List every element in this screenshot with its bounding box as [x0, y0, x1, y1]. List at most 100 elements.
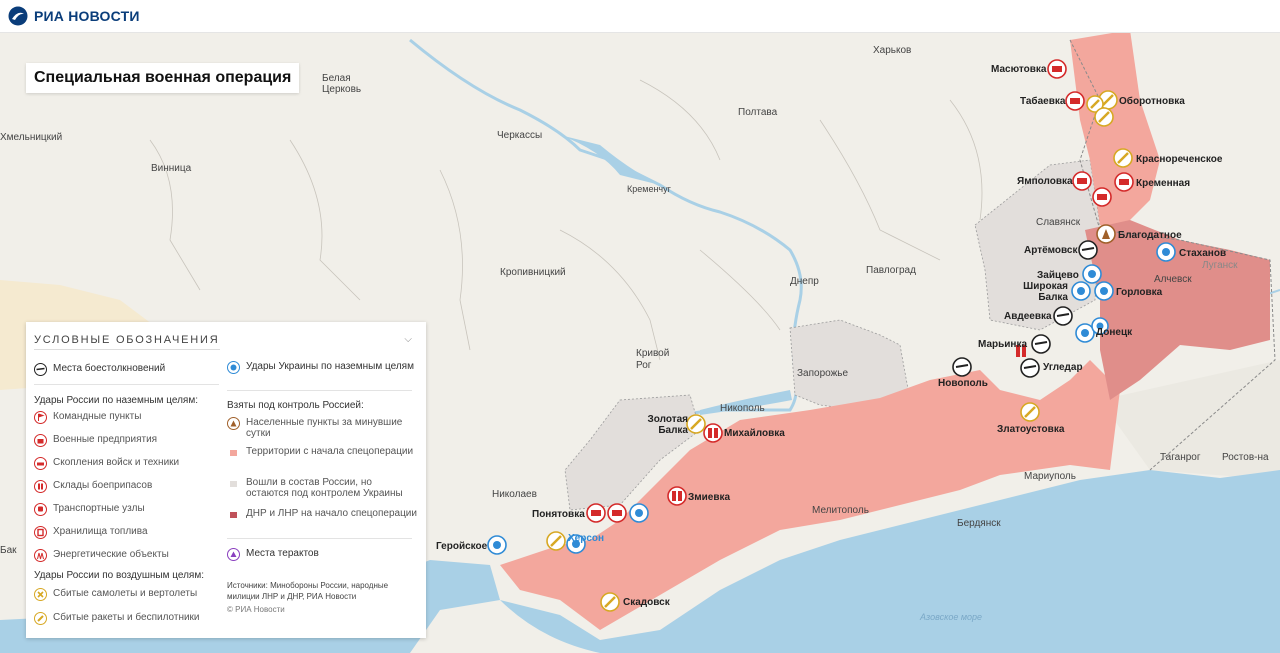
city-label: Запорожье	[797, 368, 849, 379]
legend-ground-heading: Удары России по наземным целям:	[34, 395, 198, 406]
legend-heading: УСЛОВНЫЕ ОБОЗНАЧЕНИЯ	[34, 334, 220, 350]
tank-icon	[34, 457, 47, 470]
marker-clash-marinka	[1031, 334, 1051, 354]
place-label: Кременная	[1136, 178, 1191, 189]
place-label: Зайцево	[1037, 270, 1079, 281]
factory-icon	[34, 434, 47, 447]
marker-ukr-strike-shirokaya	[1071, 281, 1091, 301]
legend-taken-today: Населенные пункты за минувшие сутки	[227, 417, 417, 439]
brand-logo[interactable]: РИА НОВОСТИ	[8, 6, 140, 26]
city-label: Мелитополь	[812, 505, 869, 516]
city-label: Кривой Рог	[636, 348, 670, 371]
marker-air-skadovsk	[600, 592, 620, 612]
marker-ukr-strike-stakhanov	[1156, 242, 1176, 262]
marker-ukr-strike-zaytsevo	[1082, 264, 1102, 284]
swatch-taken	[230, 450, 237, 456]
marker-ammo-zmievka	[667, 486, 687, 506]
marker-taken-blagodatnoe	[1096, 224, 1116, 244]
place-label: Масютовка	[991, 64, 1047, 75]
city-label: Хмельницкий	[0, 132, 63, 143]
ammo-icon	[34, 480, 47, 493]
legend-air-heading: Удары России по воздушным целям:	[34, 570, 204, 581]
explosion-icon	[227, 548, 240, 561]
legend-copyright: © РИА Новости	[227, 605, 285, 614]
city-label: Бак	[0, 545, 17, 556]
city-label: Кременчуг	[627, 184, 671, 194]
city-label: Луганск	[1202, 260, 1238, 271]
legend-dnr-lnr: ДНР и ЛНР на начало спецоперации	[227, 508, 417, 521]
marker-clash-artemovsk	[1078, 240, 1098, 260]
top-bar: РИА НОВОСТИ	[0, 0, 1280, 33]
crossed-planes-icon	[34, 588, 47, 601]
place-label: Табаевка	[1020, 96, 1066, 107]
legend-transport: Транспортные узлы	[34, 503, 145, 516]
place-label: Скадовск	[623, 597, 670, 608]
legend-factory: Военные предприятия	[34, 434, 157, 447]
legend-separator	[227, 538, 412, 539]
legend-troops: Скопления войск и техники	[34, 457, 179, 470]
city-label: Днепр	[790, 276, 819, 287]
place-label: Широкая Балка	[1023, 281, 1068, 303]
place-label: Угледар	[1043, 362, 1083, 373]
rifle-icon	[34, 363, 47, 376]
marker-clash-avdeevka	[1053, 306, 1073, 326]
city-label: Славянск	[1036, 217, 1081, 228]
marker-air-kherson	[546, 531, 566, 551]
marker-air-zolotaya-balka	[686, 414, 706, 434]
page-title: Специальная военная операция	[34, 69, 292, 86]
place-label: Стаханов	[1179, 248, 1227, 259]
legend-fuel: Хранилища топлива	[34, 526, 148, 539]
marker-troops-kremennaya-2	[1092, 187, 1112, 207]
place-label: Благодатное	[1118, 230, 1182, 241]
city-label: Таганрог	[1160, 452, 1201, 463]
legend-energy: Энергетические объекты	[34, 549, 169, 562]
place-label: Золотая Балка	[647, 414, 689, 436]
place-label: Понятовка	[532, 509, 585, 520]
fuel-icon	[34, 526, 47, 539]
map-legend: УСЛОВНЫЕ ОБОЗНАЧЕНИЯ ⌵ Места боестолкнов…	[26, 322, 426, 638]
place-label: Артёмовск	[1024, 245, 1078, 256]
city-label: Кропивницкий	[500, 267, 566, 278]
marker-air-zlatoustovka	[1020, 402, 1040, 422]
marker-troops-ponyatovka-2	[607, 503, 627, 523]
marker-clash-ugledar	[1020, 358, 1040, 378]
legend-sources: Источники: Минобороны России, народные м…	[227, 581, 389, 601]
chevron-down-icon[interactable]: ⌵	[404, 334, 412, 345]
place-label: Михайловка	[724, 428, 785, 439]
place-label: Горловка	[1116, 287, 1163, 298]
legend-separator	[227, 390, 412, 391]
city-label: Полтава	[738, 107, 778, 118]
legend-terror: Места терактов	[227, 548, 319, 561]
ria-logo-icon	[8, 6, 28, 26]
place-label: Геройское	[436, 541, 488, 552]
legend-clash: Места боестолкновений	[34, 363, 165, 376]
power-plant-icon	[34, 549, 47, 562]
place-label: Ямполовка	[1017, 176, 1073, 187]
place-label: Авдеевка	[1004, 311, 1052, 322]
legend-taken-territory: Территории с начала спецоперации	[227, 446, 417, 459]
legend-control-heading: Взяты под контроль Россией:	[227, 400, 364, 411]
swatch-dnr-lnr	[230, 512, 237, 518]
marker-troops-tabaevka	[1065, 91, 1085, 111]
brand-name: РИА НОВОСТИ	[34, 8, 140, 24]
legend-missiles: Сбитые ракеты и беспилотники	[34, 612, 200, 625]
marker-clash-novopol	[952, 357, 972, 377]
place-label: Оборотновка	[1119, 96, 1185, 107]
city-label: Мариуполь	[1024, 471, 1076, 482]
marker-air-oborotnovka-3	[1094, 107, 1114, 127]
settlement-icon	[227, 417, 240, 430]
city-label: Алчевск	[1154, 274, 1192, 285]
place-label: Краснореченское	[1136, 154, 1223, 165]
missile-icon	[34, 612, 47, 625]
marker-ukr-strike-gorlovka	[1094, 281, 1114, 301]
marker-air-krasnorechenskoe	[1113, 148, 1133, 168]
place-label: Донецк	[1096, 327, 1133, 338]
city-label: Павлоград	[866, 265, 916, 276]
legend-ammo: Склады боеприпасов	[34, 480, 152, 493]
legend-separator	[34, 384, 219, 385]
legend-command: Командные пункты	[34, 411, 141, 424]
place-label: Марьинка	[978, 339, 1028, 350]
marker-troops-masyutovka	[1047, 59, 1067, 79]
legend-aircraft: Сбитые самолеты и вертолеты	[34, 588, 197, 601]
place-label: Херсон	[568, 533, 605, 544]
